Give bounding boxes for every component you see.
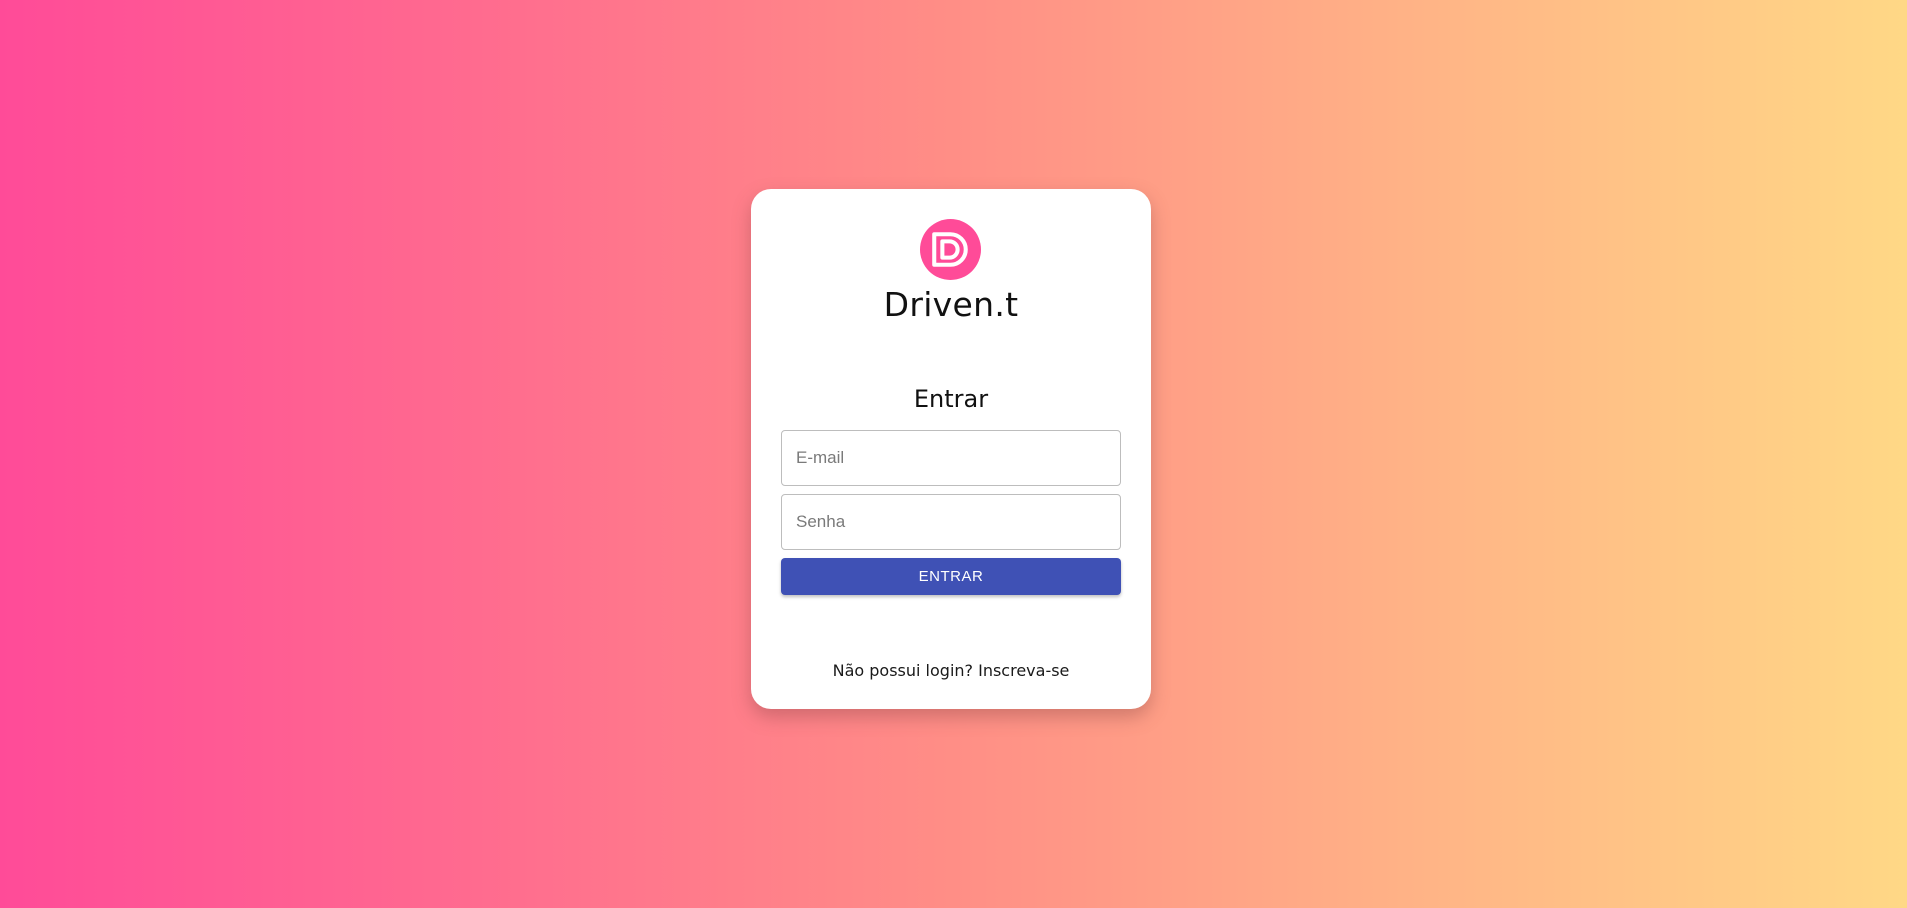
- email-field[interactable]: [781, 430, 1121, 486]
- login-card: Driven.t Entrar ENTRAR Não possui login?…: [751, 189, 1151, 709]
- signup-link[interactable]: Não possui login? Inscreva-se: [751, 661, 1151, 680]
- form-title: Entrar: [913, 385, 989, 413]
- password-field[interactable]: [781, 494, 1121, 550]
- login-button[interactable]: ENTRAR: [781, 558, 1121, 595]
- brand-name: Driven.t: [883, 285, 1019, 324]
- driven-logo-icon: [920, 219, 981, 280]
